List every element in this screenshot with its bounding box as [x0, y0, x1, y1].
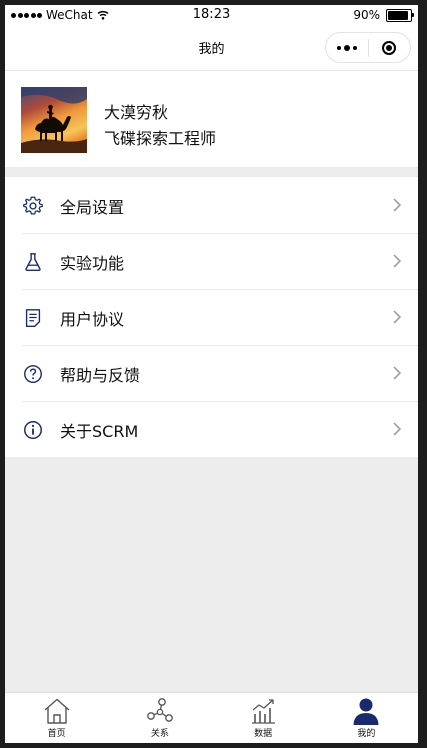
- menu-label: 关于SCRM: [60, 422, 139, 441]
- menu-label: 帮助与反馈: [60, 366, 141, 385]
- tab-data[interactable]: 数据: [212, 693, 315, 743]
- tab-label: 我的: [357, 729, 376, 739]
- status-bar: WeChat 18:23 90%: [5, 5, 418, 25]
- tab-me[interactable]: 我的: [315, 693, 418, 743]
- battery-group: 90%: [353, 8, 414, 22]
- bottom-tab-bar: 首页 关系 数据 我的: [5, 692, 418, 743]
- menu-item-user-agreement[interactable]: 用户协议: [5, 289, 418, 345]
- battery-icon: [386, 8, 414, 22]
- gear-icon: [23, 196, 43, 215]
- menu-label: 实验功能: [60, 254, 125, 273]
- avatar[interactable]: [21, 87, 87, 153]
- chevron-right-icon: [393, 310, 402, 324]
- user-icon: [353, 698, 379, 725]
- profile-card[interactable]: 大漠穷秋 飞碟探索工程师: [5, 71, 418, 167]
- tab-relations[interactable]: 关系: [108, 693, 211, 743]
- tab-label: 关系: [150, 729, 169, 739]
- menu-label: 用户协议: [60, 310, 125, 329]
- chevron-right-icon: [393, 422, 402, 436]
- home-icon: [44, 698, 70, 724]
- menu-item-help-feedback[interactable]: 帮助与反馈: [5, 345, 418, 401]
- phone-screen: WeChat 18:23 90% 我的 大漠穷秋 飞碟探索工程师 全局设置 实验…: [5, 5, 418, 743]
- close-button[interactable]: [369, 40, 410, 55]
- settings-menu: 全局设置 实验功能 用户协议 帮助与反馈 关于SCRM: [5, 177, 418, 457]
- chevron-right-icon: [393, 254, 402, 268]
- battery-percent: 90%: [353, 8, 380, 22]
- chevron-right-icon: [393, 198, 402, 212]
- more-button[interactable]: [326, 44, 368, 51]
- navigation-bar: 我的: [5, 25, 418, 71]
- mini-program-capsule: [325, 32, 411, 63]
- menu-item-experimental-features[interactable]: 实验功能: [5, 233, 418, 289]
- tab-home[interactable]: 首页: [5, 693, 108, 743]
- question-icon: [24, 365, 42, 383]
- menu-item-global-settings[interactable]: 全局设置: [5, 177, 418, 233]
- profile-job-title: 飞碟探索工程师: [104, 129, 217, 148]
- menu-item-about[interactable]: 关于SCRM: [5, 401, 418, 457]
- info-icon: [24, 421, 42, 439]
- flask-icon: [25, 253, 41, 271]
- tab-label: 数据: [254, 729, 273, 739]
- menu-label: 全局设置: [60, 198, 125, 217]
- relation-icon: [147, 698, 173, 722]
- document-icon: [25, 309, 41, 327]
- tab-label: 首页: [47, 729, 66, 739]
- chart-icon: [252, 699, 276, 724]
- close-target-icon: [382, 40, 397, 55]
- profile-name: 大漠穷秋: [104, 103, 169, 122]
- chevron-right-icon: [393, 366, 402, 380]
